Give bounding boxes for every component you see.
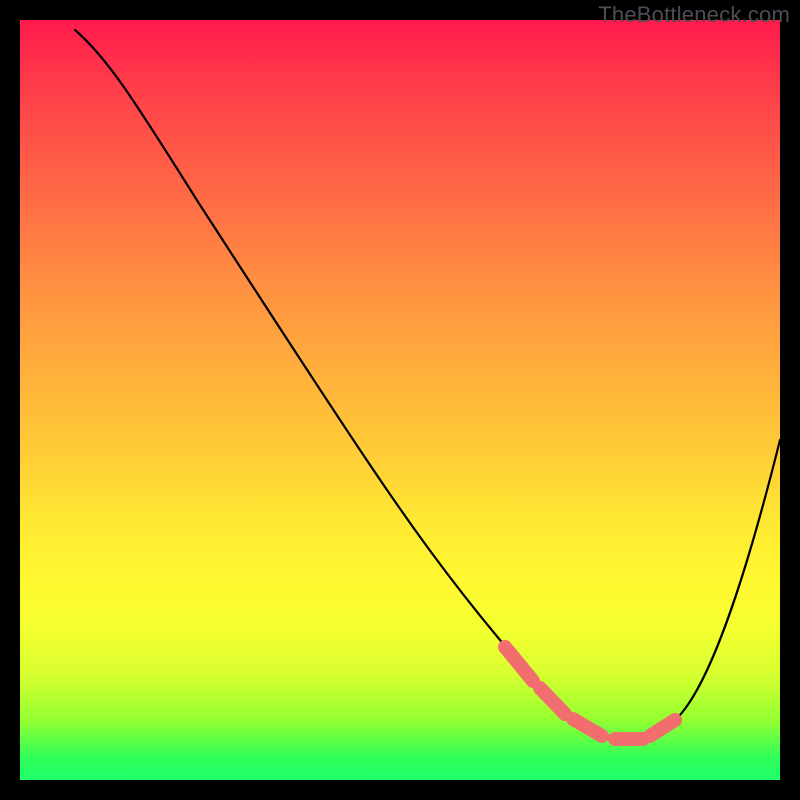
valley-segment (650, 720, 675, 736)
chart-plot-area (20, 20, 780, 780)
valley-segment (540, 688, 565, 714)
bottleneck-curve-path (75, 30, 780, 741)
valley-highlight (505, 647, 675, 739)
chart-svg (20, 20, 780, 780)
valley-segment (573, 719, 602, 736)
watermark-text: TheBottleneck.com (598, 2, 790, 28)
valley-segment (505, 647, 533, 681)
